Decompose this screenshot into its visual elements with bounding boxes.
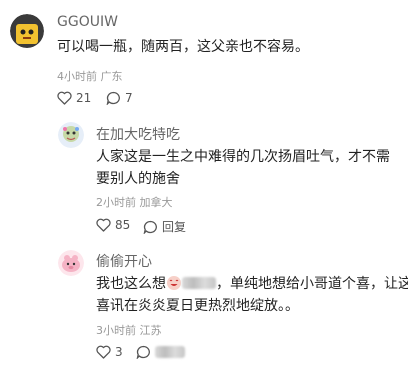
reply-count: 7 bbox=[125, 91, 133, 105]
like-button[interactable]: 85 bbox=[96, 218, 130, 232]
username[interactable]: GGOUIW bbox=[57, 14, 118, 30]
timestamp: 3小时前 bbox=[96, 324, 136, 337]
heart-icon bbox=[96, 218, 111, 232]
location: 加拿大 bbox=[139, 196, 173, 209]
username[interactable]: 在加大吃特吃 bbox=[96, 124, 180, 144]
comment-icon bbox=[143, 220, 158, 234]
location: 广东 bbox=[100, 70, 123, 83]
heart-icon bbox=[96, 345, 111, 359]
like-button[interactable]: 21 bbox=[57, 91, 91, 105]
blurred-reply-label bbox=[155, 346, 185, 358]
reply-button[interactable] bbox=[136, 345, 185, 359]
reply-label: 回复 bbox=[162, 220, 187, 234]
like-count: 21 bbox=[76, 91, 92, 105]
avatar[interactable] bbox=[58, 250, 84, 276]
location: 江苏 bbox=[139, 324, 162, 337]
comment-text: 可以喝一瓶，随两百，这父亲也不容易。 bbox=[57, 39, 309, 55]
reply-button[interactable]: 回复 bbox=[143, 218, 186, 235]
reply-text-line1: 我也这么想 ，单纯地想给小哥道个喜，让这个 bbox=[96, 273, 408, 295]
like-count: 85 bbox=[115, 218, 131, 232]
reply-text-part2: ，单纯地想给小哥道个喜，让这个 bbox=[216, 276, 408, 292]
laughing-emoji-icon bbox=[166, 275, 182, 291]
username[interactable]: 偷偷开心 bbox=[96, 251, 152, 271]
comment-icon bbox=[106, 91, 121, 105]
timestamp: 4小时前 bbox=[57, 70, 97, 83]
heart-icon bbox=[57, 91, 72, 105]
comment-icon bbox=[136, 345, 151, 359]
reply-button[interactable]: 7 bbox=[106, 91, 133, 105]
reply-text-part1: 我也这么想 bbox=[96, 276, 166, 292]
comment-meta: 4小时前 广东 bbox=[57, 68, 123, 84]
reply-text-line2: 要别人的施舍 bbox=[96, 171, 180, 187]
like-button[interactable]: 3 bbox=[96, 345, 123, 359]
avatar[interactable] bbox=[10, 14, 44, 48]
reply-text-line1: 人家这是一生之中难得的几次扬眉吐气，才不需 bbox=[96, 149, 390, 165]
reply-text-line2: 喜讯在炎炎夏日更热烈地绽放。。 bbox=[96, 298, 299, 314]
blurred-emoji-icon bbox=[182, 277, 216, 289]
avatar[interactable] bbox=[58, 122, 84, 148]
timestamp: 2小时前 bbox=[96, 196, 136, 209]
like-count: 3 bbox=[115, 345, 123, 359]
reply-meta: 3小时前 江苏 bbox=[96, 322, 162, 338]
reply-meta: 2小时前 加拿大 bbox=[96, 194, 173, 210]
